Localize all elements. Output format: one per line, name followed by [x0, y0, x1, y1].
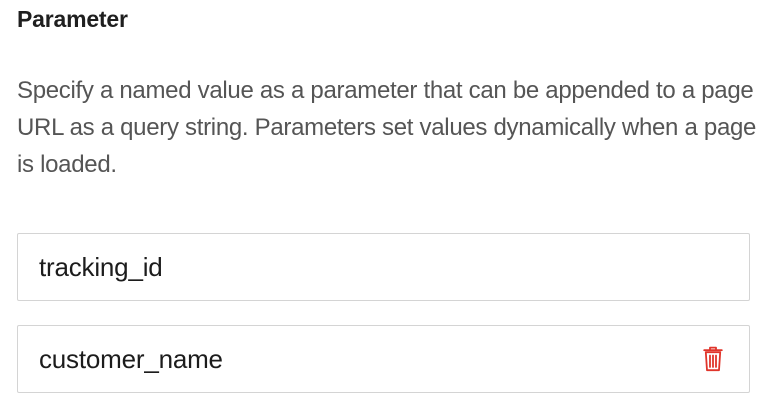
parameter-name-input[interactable] — [18, 326, 702, 392]
delete-parameter-button[interactable] — [702, 345, 724, 373]
trash-icon — [703, 346, 723, 372]
parameter-row — [17, 233, 750, 301]
section-title: Parameter — [17, 6, 128, 32]
section-description: Specify a named value as a parameter tha… — [17, 77, 757, 178]
parameter-row — [17, 325, 750, 393]
parameter-name-input[interactable] — [18, 234, 749, 300]
